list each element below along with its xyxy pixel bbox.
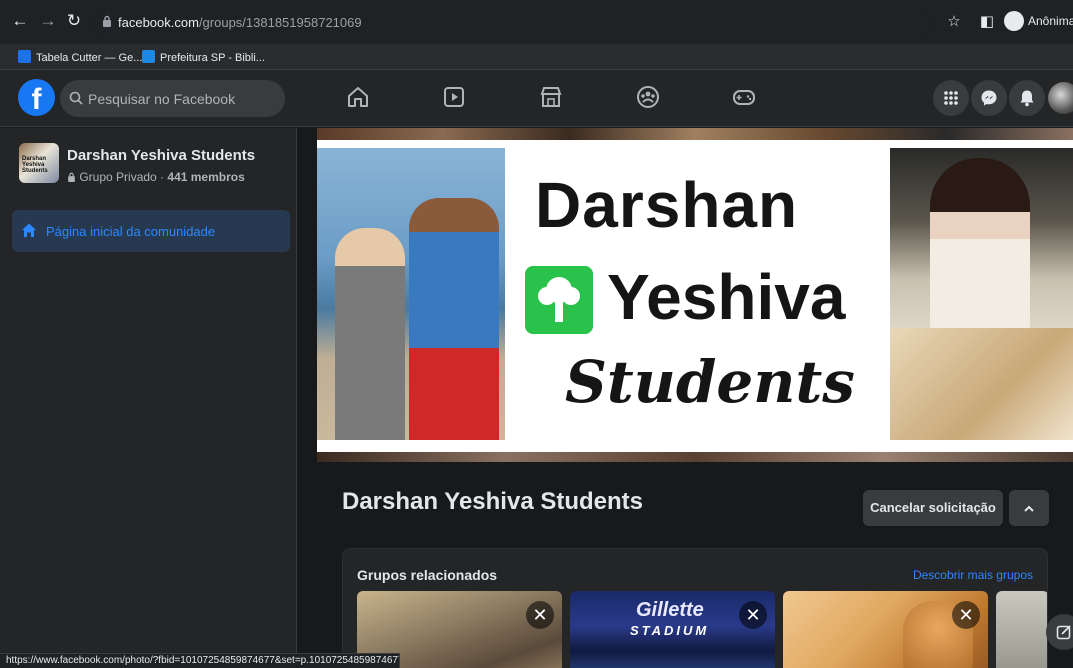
reload-icon[interactable]: ↻ [64,11,84,31]
browser-toolbar: ← → ↻ facebook.com/groups/13818519587210… [0,0,1073,44]
messenger-icon [981,90,997,106]
collapse-button[interactable] [1009,490,1049,526]
facebook-logo[interactable]: f [18,79,55,116]
bookmark-item[interactable]: Prefeitura SP - Bibli... [142,50,265,64]
group-thumbnail[interactable]: Darshan Yeshiva Students [19,143,59,183]
cover-photo-couple [317,148,505,440]
watch-icon[interactable] [441,84,467,110]
cover-top-strip [317,128,1073,140]
gaming-icon[interactable] [731,84,757,110]
lock-icon [68,172,75,182]
side-panel-icon[interactable]: ◧ [979,14,995,30]
search-box[interactable] [60,80,285,117]
cover-title-art: Darshan Yeshiva Students [505,148,890,440]
marketplace-icon[interactable] [538,84,564,110]
notifications-button[interactable] [1009,80,1045,116]
bookmarks-bar: Tabela Cutter — Ge... Prefeitura SP - Bi… [0,44,1073,70]
tree-logo-icon [525,266,593,334]
cover-photo[interactable]: Darshan Yeshiva Students [317,140,1073,452]
bookmark-icon [18,50,31,63]
chevron-up-icon [1024,505,1034,512]
related-groups-title: Grupos relacionados [357,567,498,583]
search-icon [69,91,83,105]
home-icon [22,223,36,237]
bookmark-item[interactable]: Tabela Cutter — Ge... [18,50,142,64]
close-icon[interactable]: ✕ [952,601,980,629]
cancel-request-button[interactable]: Cancelar solicitação [863,490,1003,526]
lock-icon [103,15,111,27]
tree-icon [538,277,580,322]
profile-avatar[interactable] [1048,82,1073,114]
group-sidebar: Darshan Yeshiva Students Darshan Yeshiva… [0,128,297,668]
cover-line-students: Students [565,348,855,416]
forward-icon[interactable]: → [38,11,58,31]
star-icon[interactable]: ☆ [946,14,962,30]
page-title: Darshan Yeshiva Students [342,488,644,515]
group-name[interactable]: Darshan Yeshiva Students [67,147,255,164]
compose-icon [1056,625,1071,640]
card-stadium-text: STADIUM [630,623,710,638]
facebook-header: f [0,70,1073,127]
profile-label[interactable]: Anônima [1028,14,1073,28]
cover-bottom-strip [317,452,1073,462]
link-preview-status: https://www.facebook.com/photo/?fbid=101… [0,653,400,668]
close-icon[interactable]: ✕ [526,601,554,629]
messenger-button[interactable] [971,80,1007,116]
home-icon[interactable] [345,84,371,110]
related-group-card[interactable] [996,591,1047,668]
groups-icon[interactable] [635,84,661,110]
related-group-card[interactable]: ✕ [783,591,988,668]
close-icon[interactable]: ✕ [739,601,767,629]
cover-line-yeshiva: Yeshiva [607,261,846,333]
sidebar-item-community-home[interactable]: Página inicial da comunidade [12,210,290,252]
incognito-icon[interactable] [1004,11,1024,31]
back-icon[interactable]: ← [10,11,30,31]
url-text[interactable]: facebook.com/groups/1381851958721069 [118,15,362,30]
related-groups-panel: Grupos relacionados Descobrir mais grupo… [342,548,1048,668]
bookmark-icon [142,50,155,63]
notifications-icon [1020,90,1034,107]
search-input[interactable] [88,80,278,117]
group-privacy: Grupo Privado [79,170,157,184]
related-group-card[interactable]: Gillette STADIUM ✕ [570,591,775,668]
cover-photo-bride [890,148,1073,440]
card-brand-text: Gillette [636,599,704,621]
thumb-text: Darshan Yeshiva Students [22,156,48,174]
group-meta: Grupo Privado · 441 membros [67,170,245,184]
discover-groups-link[interactable]: Descobrir mais grupos [913,568,1033,582]
menu-grid-button[interactable] [933,80,969,116]
group-members: 441 membros [167,170,245,184]
group-main: Darshan Yeshiva Students Darshan Yeshiva… [298,128,1073,668]
menu-grid-icon [944,91,958,105]
sidebar-item-label: Página inicial da comunidade [46,224,216,239]
cover-line-darshan: Darshan [535,169,799,241]
